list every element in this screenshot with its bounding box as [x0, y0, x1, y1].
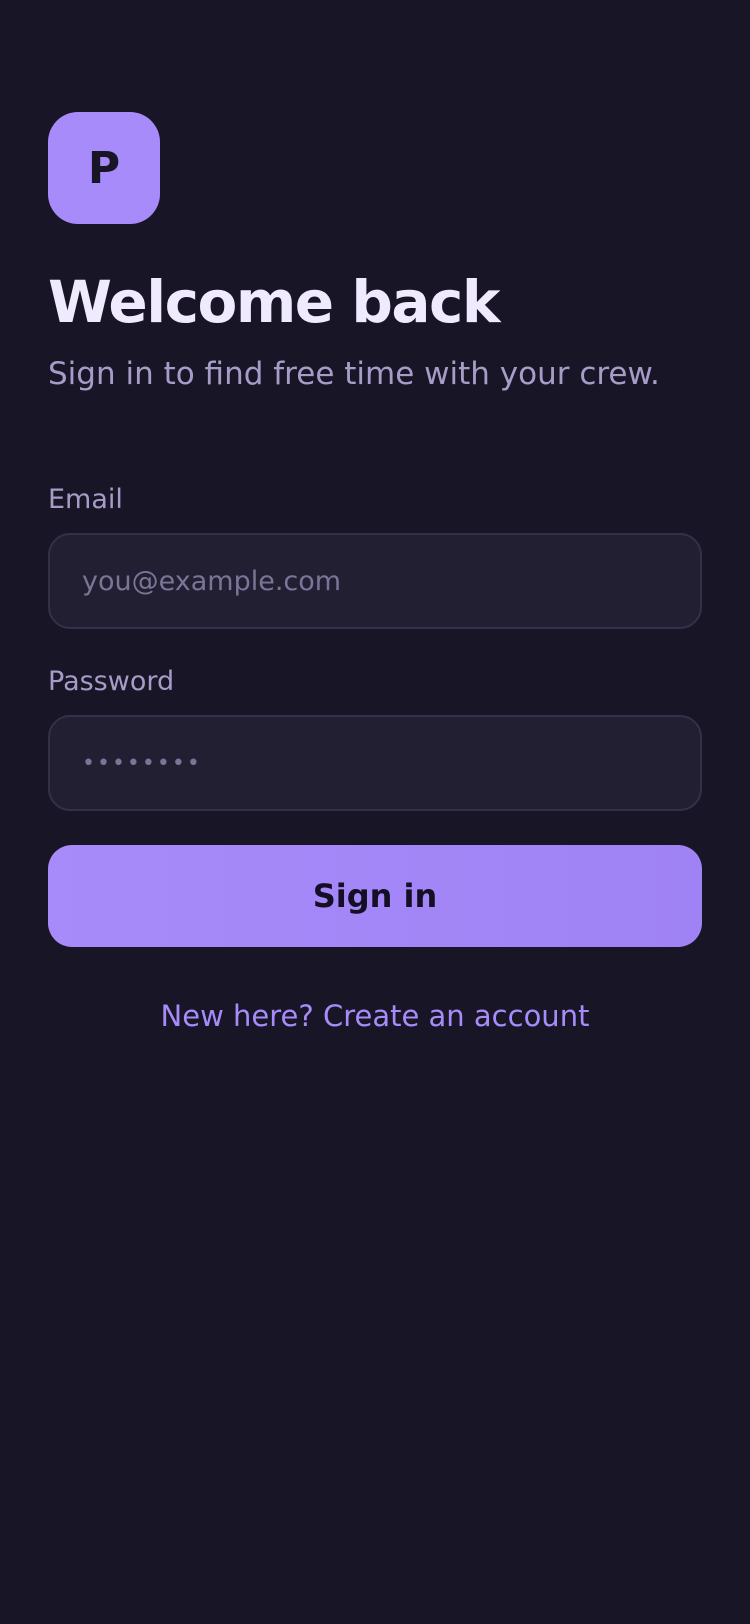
create-account-link[interactable]: New here? Create an account: [0, 994, 750, 1038]
sign-in-button[interactable]: Sign in: [48, 845, 702, 947]
app-logo: P: [48, 112, 160, 224]
page-subtitle: Sign in to find free time with your crew…: [48, 356, 660, 392]
login-screen: P Welcome back Sign in to find free time…: [0, 0, 750, 1624]
password-label: Password: [48, 666, 175, 697]
email-field[interactable]: [48, 533, 702, 629]
email-label: Email: [48, 484, 123, 515]
logo-letter: P: [87, 142, 121, 194]
page-title: Welcome back: [48, 268, 500, 336]
password-field[interactable]: [48, 715, 702, 811]
